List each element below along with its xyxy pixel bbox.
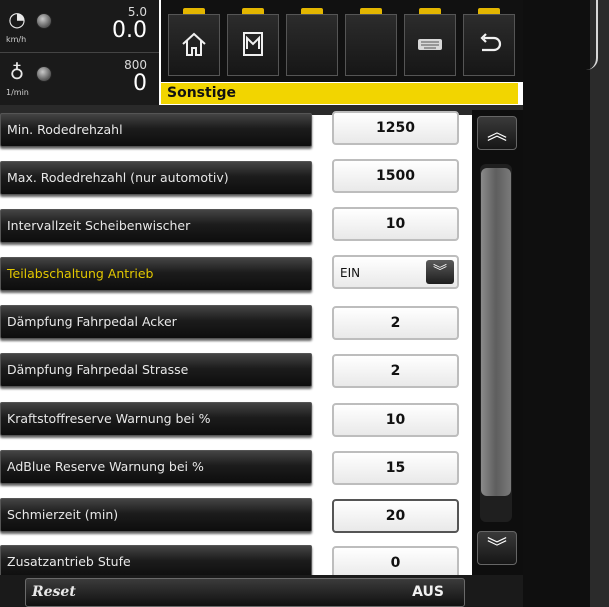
setting-label-button[interactable]: Dämpfung Fahrpedal Strasse bbox=[0, 353, 312, 387]
setting-label: Dämpfung Fahrpedal Acker bbox=[7, 314, 177, 329]
rpm-limit-value: 800 bbox=[124, 58, 147, 72]
button-tab bbox=[478, 8, 500, 14]
dropdown-selected-value: EIN bbox=[340, 266, 361, 280]
setting-value: 1250 bbox=[376, 120, 415, 136]
speedometer-icon: ◔ bbox=[8, 7, 26, 31]
keyboard-button[interactable] bbox=[404, 8, 456, 76]
setting-row-min-rodedrehzahl: Min. Rodedrehzahl 1250 bbox=[0, 108, 470, 154]
back-button[interactable] bbox=[463, 8, 515, 76]
setting-value-field[interactable]: 10 bbox=[332, 403, 459, 437]
setting-label: Teilabschaltung Antrieb bbox=[7, 266, 154, 281]
setting-value: 2 bbox=[390, 315, 401, 331]
setting-value-field[interactable]: 10 bbox=[332, 207, 459, 241]
setting-label-button[interactable]: Zusatzantrieb Stufe bbox=[0, 545, 312, 579]
setting-value-field[interactable]: 2 bbox=[332, 306, 459, 340]
setting-label: Kraftstoffreserve Warnung bei % bbox=[7, 411, 211, 426]
chevron-double-down-icon: ︾ bbox=[487, 535, 507, 559]
setting-value-field[interactable]: 20 bbox=[332, 499, 459, 533]
setting-row-schmierzeit: Schmierzeit (min) 20 bbox=[0, 493, 470, 539]
setting-label: Min. Rodedrehzahl bbox=[7, 122, 123, 137]
machine-terminal-screen: ◔ km/h 5.0 0.0 ♁ 1/min 800 0 Sonstige Mi… bbox=[0, 0, 523, 607]
bezel-curve bbox=[586, 0, 598, 70]
chevron-down-icon[interactable]: ︾ bbox=[426, 260, 454, 284]
scroll-thumb[interactable] bbox=[481, 168, 511, 496]
setting-row-max-rodedrehzahl: Max. Rodedrehzahl (nur automotiv) 1500 bbox=[0, 156, 470, 202]
bottom-bar: Reset AUS bbox=[0, 575, 523, 607]
speed-limit-value: 5.0 bbox=[127, 5, 147, 19]
setting-label: Dämpfung Fahrpedal Strasse bbox=[7, 362, 189, 377]
empty-toolbar-slot-2[interactable] bbox=[345, 8, 397, 76]
setting-label: Schmierzeit (min) bbox=[7, 507, 119, 522]
setting-value-field[interactable]: 2 bbox=[332, 354, 459, 388]
setting-value: 2 bbox=[390, 363, 401, 379]
button-tab bbox=[242, 8, 264, 14]
speed-indicator-led bbox=[36, 13, 52, 29]
status-panel: ◔ km/h 5.0 0.0 ♁ 1/min 800 0 bbox=[0, 0, 159, 106]
setting-label: AdBlue Reserve Warnung bei % bbox=[7, 459, 204, 474]
setting-value: 15 bbox=[385, 460, 406, 476]
menu-m-icon bbox=[228, 29, 278, 66]
chevron-double-up-icon: ︽ bbox=[487, 120, 507, 144]
keyboard-icon bbox=[405, 29, 455, 66]
button-tab bbox=[183, 8, 205, 14]
setting-value: 10 bbox=[385, 216, 406, 232]
setting-label: Zusatzantrieb Stufe bbox=[7, 554, 131, 569]
back-arrow-icon bbox=[464, 29, 514, 66]
rpm-readout: ♁ 1/min 800 0 bbox=[0, 53, 159, 105]
setting-label-button[interactable]: AdBlue Reserve Warnung bei % bbox=[0, 450, 312, 484]
setting-value-field[interactable]: 1500 bbox=[332, 159, 459, 193]
setting-row-daempfung-acker: Dämpfung Fahrpedal Acker 2 bbox=[0, 300, 470, 346]
engine-rpm-icon: ♁ bbox=[9, 60, 25, 84]
bezel-edge bbox=[590, 0, 609, 607]
button-tab bbox=[419, 8, 441, 14]
scroll-down-button[interactable]: ︾ bbox=[477, 531, 517, 565]
setting-label: Intervallzeit Scheibenwischer bbox=[7, 218, 191, 233]
home-button[interactable] bbox=[168, 8, 220, 76]
setting-row-kraftstoffreserve: Kraftstoffreserve Warnung bei % 10 bbox=[0, 397, 470, 443]
speed-unit: km/h bbox=[6, 35, 27, 44]
setting-label-button[interactable]: Schmierzeit (min) bbox=[0, 498, 312, 532]
setting-label-button[interactable]: Dämpfung Fahrpedal Acker bbox=[0, 305, 312, 339]
speed-readout: ◔ km/h 5.0 0.0 bbox=[0, 0, 159, 53]
speed-value: 0.0 bbox=[112, 18, 147, 43]
setting-row-intervallzeit: Intervallzeit Scheibenwischer 10 bbox=[0, 204, 470, 250]
empty-toolbar-slot-1[interactable] bbox=[286, 8, 338, 76]
page-title-bar: Sonstige bbox=[161, 83, 518, 104]
setting-row-daempfung-strasse: Dämpfung Fahrpedal Strasse 2 bbox=[0, 348, 470, 394]
reset-button[interactable]: Reset AUS bbox=[25, 578, 465, 607]
setting-value-field[interactable]: 1250 bbox=[332, 111, 459, 145]
reset-label: Reset bbox=[32, 584, 76, 600]
setting-label-button[interactable]: Teilabschaltung Antrieb bbox=[0, 257, 312, 291]
reset-value: AUS bbox=[412, 584, 444, 600]
setting-dropdown[interactable]: EIN ︾ bbox=[332, 255, 459, 289]
setting-value: 1500 bbox=[376, 168, 415, 184]
toolbar bbox=[161, 0, 523, 82]
setting-value: 10 bbox=[385, 412, 406, 428]
setting-value: 0 bbox=[390, 555, 401, 571]
setting-label-button[interactable]: Max. Rodedrehzahl (nur automotiv) bbox=[0, 161, 312, 195]
button-tab bbox=[360, 8, 382, 14]
list-scrollbar: ︽ ︾ bbox=[472, 110, 523, 585]
setting-label-button[interactable]: Min. Rodedrehzahl bbox=[0, 113, 312, 147]
setting-label: Max. Rodedrehzahl (nur automotiv) bbox=[7, 170, 229, 185]
home-icon bbox=[169, 29, 219, 66]
menu-button[interactable] bbox=[227, 8, 279, 76]
setting-row-adblue-reserve: AdBlue Reserve Warnung bei % 15 bbox=[0, 445, 470, 491]
setting-value: 20 bbox=[385, 508, 406, 524]
scroll-up-button[interactable]: ︽ bbox=[477, 116, 517, 150]
setting-label-button[interactable]: Intervallzeit Scheibenwischer bbox=[0, 209, 312, 243]
rpm-value: 0 bbox=[133, 71, 147, 96]
setting-value-field[interactable]: 15 bbox=[332, 451, 459, 485]
button-tab bbox=[301, 8, 323, 14]
setting-label-button[interactable]: Kraftstoffreserve Warnung bei % bbox=[0, 402, 312, 436]
rpm-indicator-led bbox=[36, 66, 52, 82]
rpm-unit: 1/min bbox=[6, 88, 29, 97]
page-title: Sonstige bbox=[167, 85, 237, 101]
setting-row-teilabschaltung: Teilabschaltung Antrieb EIN ︾ bbox=[0, 252, 470, 298]
